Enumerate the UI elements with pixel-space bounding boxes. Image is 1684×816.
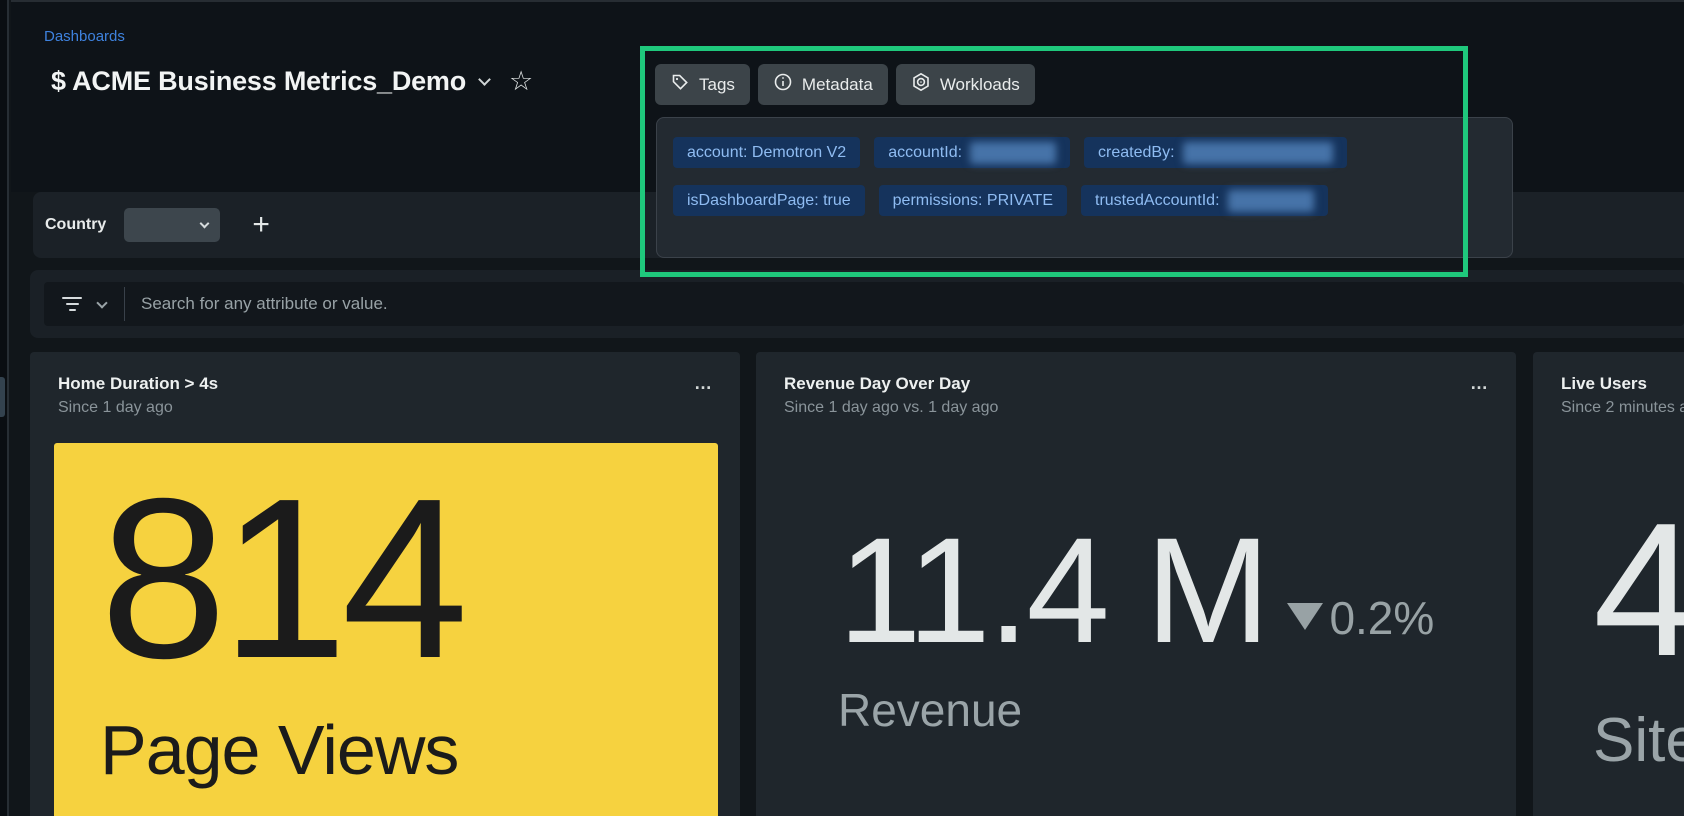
card-title: Revenue Day Over Day: [784, 374, 1490, 394]
country-dropdown[interactable]: [124, 208, 220, 242]
card-subtitle: Since 1 day ago vs. 1 day ago: [784, 399, 1490, 417]
card-subtitle: Since 2 minutes ago: [1561, 399, 1684, 417]
metadata-pill-permissions[interactable]: permissions: PRIVATE: [879, 185, 1067, 216]
title-chevron-down-icon[interactable]: [478, 73, 491, 86]
card-header: Home Duration > 4s Since 1 day ago …: [30, 352, 740, 417]
redacted-value: [1183, 142, 1333, 164]
workloads-button-label: Workloads: [940, 75, 1020, 95]
billboard-label: Page Views: [100, 710, 718, 790]
metadata-pill-account-id[interactable]: accountId:: [874, 137, 1070, 168]
tags-button[interactable]: Tags: [655, 64, 750, 105]
left-nav-rail: [0, 0, 9, 816]
filter-type-toggle[interactable]: [44, 297, 124, 311]
billboard-label: Revenue: [838, 683, 1516, 737]
search-bar-container: [30, 270, 1684, 338]
billboard-value: 4: [1593, 495, 1684, 685]
billboard-label: Site: [1593, 705, 1684, 776]
favorite-star-icon[interactable]: ☆: [509, 68, 533, 95]
widget-card-home-duration: Home Duration > 4s Since 1 day ago … 814…: [30, 352, 740, 816]
card-options-menu-button[interactable]: …: [1470, 374, 1490, 392]
metadata-pill-row: isDashboardPage: true permissions: PRIVA…: [673, 185, 1496, 216]
billboard: 4 Site: [1533, 495, 1684, 776]
metadata-pill-row: account: Demotron V2 accountId: createdB…: [673, 137, 1496, 168]
widget-card-revenue: Revenue Day Over Day Since 1 day ago vs.…: [756, 352, 1516, 816]
metadata-pill-is-dashboard-page[interactable]: isDashboardPage: true: [673, 185, 865, 216]
metadata-pill-created-by[interactable]: createdBy:: [1084, 137, 1346, 168]
tag-icon: [670, 72, 690, 97]
dropdown-chevron-down-icon: [200, 219, 210, 229]
delta-down-triangle-icon: [1287, 603, 1323, 630]
filter-funnel-icon: [62, 297, 82, 311]
filter-chevron-down-icon: [96, 297, 107, 308]
billboard-alert-yellow: 814 Page Views: [54, 443, 718, 816]
title-row: $ ACME Business Metrics_Demo ☆: [51, 66, 533, 97]
delta-value: 0.2%: [1329, 591, 1434, 645]
breadcrumb-dashboards-link[interactable]: Dashboards: [44, 28, 125, 45]
metadata-panel: account: Demotron V2 accountId: createdB…: [656, 117, 1513, 258]
country-filter-label: Country: [45, 216, 106, 234]
card-header: Revenue Day Over Day Since 1 day ago vs.…: [756, 352, 1516, 417]
page-title: $ ACME Business Metrics_Demo: [51, 66, 466, 97]
dashboard-meta-toolbar: Tags Metadata Workloads: [655, 64, 1035, 105]
tags-button-label: Tags: [699, 75, 735, 95]
billboard: 11.4 M 0.2% Revenue: [756, 515, 1516, 737]
billboard-value: 11.4 M: [838, 515, 1267, 665]
card-subtitle: Since 1 day ago: [58, 399, 714, 417]
metadata-pill-label: trustedAccountId:: [1095, 192, 1220, 210]
billboard-value: 814: [100, 471, 718, 688]
workloads-button[interactable]: Workloads: [896, 64, 1035, 105]
card-title: Home Duration > 4s: [58, 374, 714, 394]
metadata-button[interactable]: Metadata: [758, 64, 888, 105]
add-filter-button[interactable]: +: [252, 210, 270, 240]
billboard-value-row: 11.4 M 0.2%: [838, 515, 1516, 665]
workload-hexagon-icon: [911, 72, 931, 97]
info-icon: [773, 72, 793, 97]
metadata-pill-account[interactable]: account: Demotron V2: [673, 137, 860, 168]
attribute-search-input[interactable]: [125, 294, 1684, 314]
metadata-button-label: Metadata: [802, 75, 873, 95]
redacted-value: [1228, 190, 1314, 212]
widget-card-live-users: Live Users Since 2 minutes ago 4 Site: [1533, 352, 1684, 816]
metadata-pill-label: createdBy:: [1098, 144, 1174, 162]
search-bar: [44, 282, 1684, 326]
scroll-position-indicator: [0, 377, 5, 417]
card-title: Live Users: [1561, 374, 1684, 394]
metadata-pill-label: accountId:: [888, 144, 962, 162]
metadata-pill-trusted-account-id[interactable]: trustedAccountId:: [1081, 185, 1328, 216]
card-header: Live Users Since 2 minutes ago: [1533, 352, 1684, 417]
card-options-menu-button[interactable]: …: [694, 374, 714, 392]
redacted-value: [970, 142, 1056, 164]
